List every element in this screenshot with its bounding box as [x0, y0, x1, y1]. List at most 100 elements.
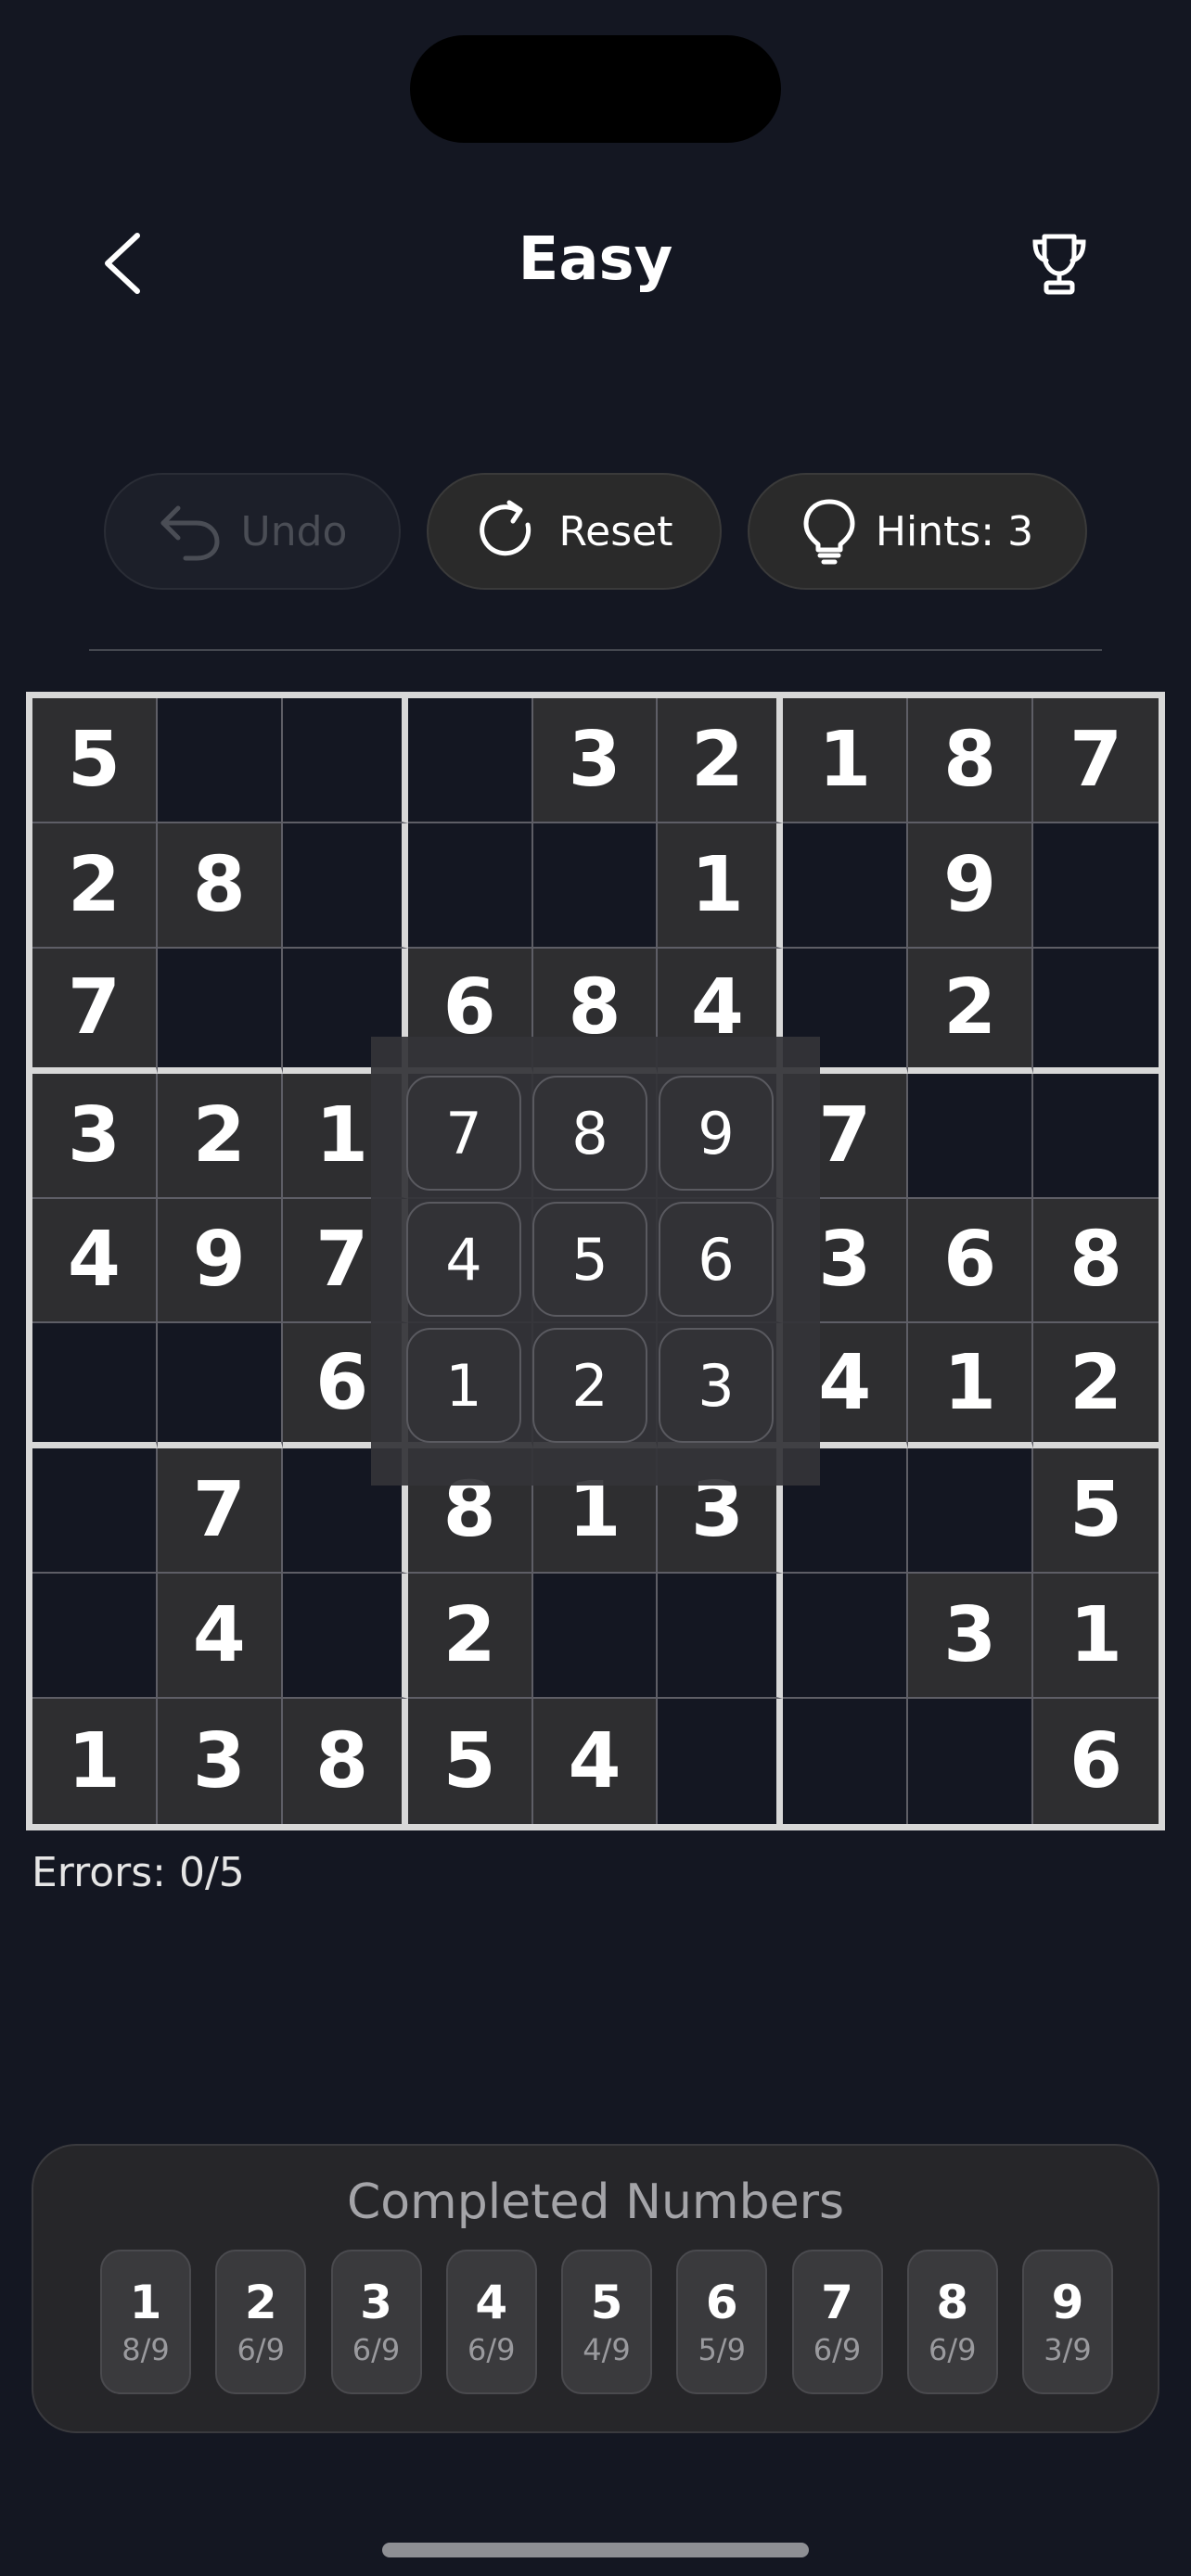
hints-button[interactable]: Hints: 3 — [748, 473, 1087, 590]
board-cell-r2c4[interactable] — [407, 823, 533, 949]
board-cell-r2c5[interactable] — [532, 823, 659, 949]
leaderboard-button[interactable] — [1022, 226, 1096, 300]
board-cell-r6c9[interactable]: 2 — [1033, 1323, 1159, 1449]
completed-number-count: 8/9 — [122, 2332, 170, 2367]
number-picker-key-5[interactable]: 5 — [532, 1202, 647, 1317]
dynamic-island — [410, 35, 781, 143]
board-cell-r3c9[interactable] — [1033, 948, 1159, 1074]
board-cell-r1c5[interactable]: 3 — [532, 698, 659, 823]
board-cell-r1c7[interactable]: 1 — [783, 698, 909, 823]
board-cell-r1c8[interactable]: 8 — [908, 698, 1034, 823]
completed-number-digit: 3 — [360, 2276, 392, 2329]
board-cell-r2c8[interactable]: 9 — [908, 823, 1034, 949]
number-picker-key-6[interactable]: 6 — [659, 1202, 774, 1317]
toolbar: Undo Reset Hints: 3 — [0, 473, 1191, 593]
board-cell-r2c7[interactable] — [783, 823, 909, 949]
undo-button[interactable]: Undo — [104, 473, 401, 590]
board-cell-r7c8[interactable] — [908, 1448, 1034, 1575]
board-cell-r3c2[interactable] — [157, 948, 283, 1074]
completed-number-digit: 4 — [475, 2276, 508, 2329]
divider — [89, 649, 1102, 651]
completed-number-count: 3/9 — [1044, 2332, 1092, 2367]
board-cell-r6c1[interactable] — [32, 1323, 158, 1449]
board-cell-r9c3[interactable]: 8 — [282, 1699, 408, 1824]
board-cell-r2c9[interactable] — [1033, 823, 1159, 949]
board-cell-r5c2[interactable]: 9 — [157, 1198, 283, 1324]
board-cell-r5c8[interactable]: 6 — [908, 1198, 1034, 1324]
board-cell-r9c7[interactable] — [783, 1699, 909, 1824]
completed-number-digit: 6 — [705, 2276, 738, 2329]
reset-label: Reset — [558, 507, 673, 555]
home-indicator[interactable] — [382, 2543, 809, 2557]
board-cell-r3c1[interactable]: 7 — [32, 948, 158, 1074]
reset-button[interactable]: Reset — [427, 473, 722, 590]
number-picker-key-8[interactable]: 8 — [532, 1076, 647, 1191]
number-picker-key-2[interactable]: 2 — [532, 1328, 647, 1443]
reset-icon — [479, 500, 531, 556]
undo-icon — [160, 505, 220, 561]
completed-number-count: 6/9 — [237, 2332, 286, 2367]
number-picker-popup: 789 456 123 — [371, 1037, 820, 1486]
board-cell-r3c8[interactable]: 2 — [908, 948, 1034, 1074]
board-cell-r4c9[interactable] — [1033, 1073, 1159, 1199]
board-cell-r1c4[interactable] — [407, 698, 533, 823]
number-picker-key-1[interactable]: 1 — [406, 1328, 521, 1443]
board-cell-r9c4[interactable]: 5 — [407, 1699, 533, 1824]
board-cell-r5c1[interactable]: 4 — [32, 1198, 158, 1324]
board-cell-r8c4[interactable]: 2 — [407, 1574, 533, 1700]
board-cell-r4c8[interactable] — [908, 1073, 1034, 1199]
board-cell-r1c2[interactable] — [157, 698, 283, 823]
number-picker-key-9[interactable]: 9 — [659, 1076, 774, 1191]
board-cell-r1c3[interactable] — [282, 698, 408, 823]
completed-number-count: 6/9 — [467, 2332, 516, 2367]
board-cell-r2c6[interactable]: 1 — [658, 823, 784, 949]
completed-number-9: 9 3/9 — [1022, 2250, 1113, 2394]
completed-number-digit: 9 — [1051, 2276, 1084, 2329]
board-cell-r1c9[interactable]: 7 — [1033, 698, 1159, 823]
board-cell-r1c1[interactable]: 5 — [32, 698, 158, 823]
board-cell-r5c9[interactable]: 8 — [1033, 1198, 1159, 1324]
board-cell-r8c5[interactable] — [532, 1574, 659, 1700]
completed-numbers-title: Completed Numbers — [346, 2174, 845, 2230]
board-cell-r1c6[interactable]: 2 — [658, 698, 784, 823]
board-cell-r9c1[interactable]: 1 — [32, 1699, 158, 1824]
completed-number-1: 1 8/9 — [100, 2250, 191, 2394]
number-picker-key-7[interactable]: 7 — [406, 1076, 521, 1191]
board-cell-r2c3[interactable] — [282, 823, 408, 949]
board-cell-r8c9[interactable]: 1 — [1033, 1574, 1159, 1700]
completed-number-4: 4 6/9 — [445, 2250, 537, 2394]
completed-number-count: 6/9 — [928, 2332, 977, 2367]
board-cell-r7c1[interactable] — [32, 1448, 158, 1575]
board-cell-r8c2[interactable]: 4 — [157, 1574, 283, 1700]
completed-number-count: 5/9 — [698, 2332, 747, 2367]
board-cell-r9c8[interactable] — [908, 1699, 1034, 1824]
completed-number-6: 6 5/9 — [676, 2250, 768, 2394]
completed-number-digit: 1 — [129, 2276, 162, 2329]
board-cell-r9c5[interactable]: 4 — [532, 1699, 659, 1824]
number-picker-key-3[interactable]: 3 — [659, 1328, 774, 1443]
board-cell-r6c2[interactable] — [157, 1323, 283, 1449]
board-cell-r4c2[interactable]: 2 — [157, 1073, 283, 1199]
board-cell-r8c7[interactable] — [783, 1574, 909, 1700]
board-cell-r9c6[interactable] — [658, 1699, 784, 1824]
completed-number-5: 5 4/9 — [561, 2250, 652, 2394]
board-cell-r8c8[interactable]: 3 — [908, 1574, 1034, 1700]
header: Easy — [0, 204, 1191, 325]
board-cell-r8c6[interactable] — [658, 1574, 784, 1700]
board-cell-r2c1[interactable]: 2 — [32, 823, 158, 949]
board-cell-r7c9[interactable]: 5 — [1033, 1448, 1159, 1575]
trophy-icon — [1032, 234, 1086, 295]
completed-number-count: 4/9 — [583, 2332, 631, 2367]
board-cell-r6c8[interactable]: 1 — [908, 1323, 1034, 1449]
board-cell-r7c2[interactable]: 7 — [157, 1448, 283, 1575]
board-cell-r4c1[interactable]: 3 — [32, 1073, 158, 1199]
board-cell-r9c2[interactable]: 3 — [157, 1699, 283, 1824]
board-cell-r9c9[interactable]: 6 — [1033, 1699, 1159, 1824]
board-cell-r2c2[interactable]: 8 — [157, 823, 283, 949]
completed-number-2: 2 6/9 — [215, 2250, 307, 2394]
undo-label: Undo — [240, 507, 348, 555]
board-cell-r8c1[interactable] — [32, 1574, 158, 1700]
number-picker-key-4[interactable]: 4 — [406, 1202, 521, 1317]
completed-number-digit: 2 — [244, 2276, 277, 2329]
board-cell-r8c3[interactable] — [282, 1574, 408, 1700]
